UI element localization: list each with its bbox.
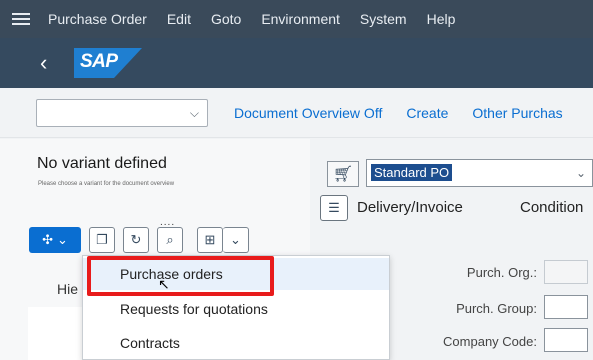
variant-title: No variant defined <box>37 155 167 172</box>
refresh-icon[interactable]: ↻ <box>123 227 149 253</box>
company-code-label: Company Code: <box>443 334 537 349</box>
application-toolbar: ⌵ Document Overview Off Create Other Pur… <box>0 88 593 138</box>
cart-icon[interactable]: 🛒︎ <box>327 161 359 187</box>
dropdown-item-requests-for-quotations[interactable]: Requests for quotations <box>83 293 389 325</box>
delivery-invoice-icon[interactable]: ☰ <box>320 195 348 221</box>
dropdown-item-purchase-orders[interactable]: Purchase orders <box>83 258 389 290</box>
chevron-down-icon[interactable]: ⌄ <box>223 227 249 253</box>
menu-purchase-order[interactable]: Purchase Order <box>48 11 147 27</box>
chevron-down-icon: ⌄ <box>57 232 68 247</box>
menu-help[interactable]: Help <box>427 11 456 27</box>
dropdown-item-contracts[interactable]: Contracts <box>83 327 389 359</box>
po-type-value: Standard PO <box>371 164 453 181</box>
purch-group-label: Purch. Group: <box>456 301 537 316</box>
shell-bar: ‹ SAP <box>0 38 593 88</box>
document-type-dropdown: Purchase orders Requests for quotations … <box>82 255 390 360</box>
purch-org-field[interactable] <box>544 260 588 284</box>
variant-hint: Please choose a variant for the document… <box>38 181 175 187</box>
chevron-down-icon: ⌄ <box>575 166 586 180</box>
menu-environment[interactable]: Environment <box>261 11 340 27</box>
hamburger-menu-icon[interactable] <box>12 13 30 25</box>
copy-icon[interactable]: ❐ <box>89 227 115 253</box>
menu-system[interactable]: System <box>360 11 407 27</box>
other-purchase-order-button[interactable]: Other Purchas <box>472 105 562 121</box>
mouse-cursor-icon: ↖ <box>158 276 170 292</box>
selection-variant-button[interactable]: ✣ ⌄ <box>29 227 81 253</box>
grid-layout-icon[interactable]: ⊞ <box>197 227 223 253</box>
company-code-field[interactable] <box>544 328 588 352</box>
po-type-select[interactable]: Standard PO ⌄ <box>366 159 593 187</box>
sap-logo-text: SAP <box>80 51 118 72</box>
layout-button-group: ⊞ ⌄ <box>197 227 249 253</box>
menu-goto[interactable]: Goto <box>211 11 241 27</box>
purch-org-label: Purch. Org.: <box>466 265 537 280</box>
sap-logo: SAP <box>74 48 142 78</box>
search-icon[interactable]: ⌕ <box>157 227 183 253</box>
create-button[interactable]: Create <box>406 105 448 121</box>
document-overview-off-button[interactable]: Document Overview Off <box>234 105 382 121</box>
tree-area <box>28 307 82 360</box>
chevron-down-icon: ⌵ <box>189 105 199 120</box>
variant-icon: ✣ <box>42 232 53 247</box>
purch-group-field[interactable] <box>544 295 588 319</box>
back-arrow-icon[interactable]: ‹ <box>40 50 60 76</box>
column-header-hierarchy: Hie <box>57 281 79 297</box>
tab-conditions[interactable]: Condition <box>520 199 583 216</box>
menu-bar: Purchase Order Edit Goto Environment Sys… <box>0 0 593 38</box>
tab-delivery-invoice[interactable]: Delivery/Invoice <box>357 199 463 216</box>
overview-icon-row: ✣ ⌄ ❐ ↻ ⌕ ⊞ ⌄ <box>29 227 249 253</box>
menu-edit[interactable]: Edit <box>167 11 191 27</box>
toolbar-select[interactable]: ⌵ <box>36 98 208 127</box>
